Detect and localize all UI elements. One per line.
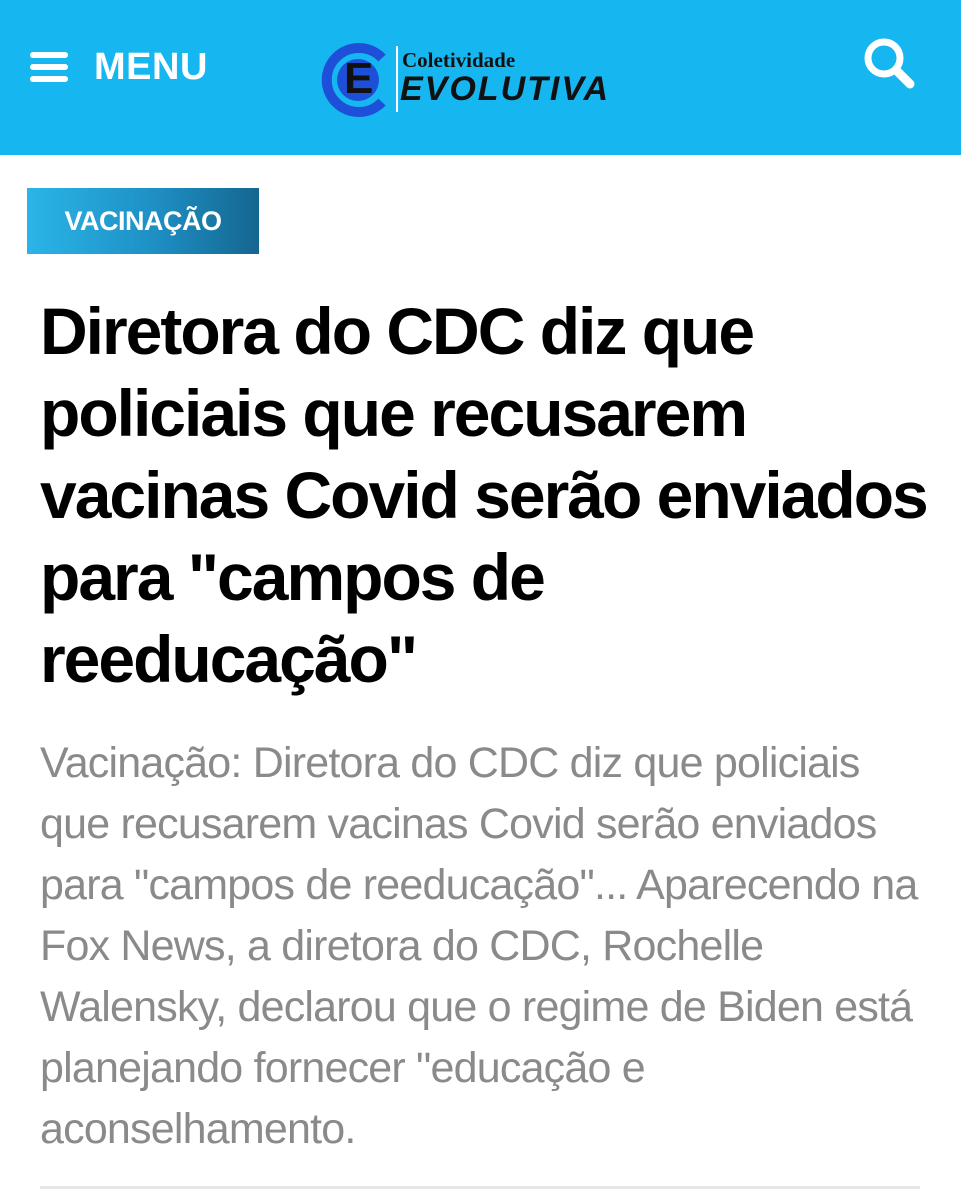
menu-label: MENU: [94, 45, 208, 88]
search-button[interactable]: [860, 34, 920, 94]
content-divider: [40, 1186, 920, 1189]
category-label: VACINAÇÃO: [64, 205, 223, 236]
hamburger-icon: [30, 52, 68, 82]
site-header: MENU E Coletividade EVOLUTIVA: [0, 0, 961, 155]
logo-monogram-letter: E: [344, 54, 374, 103]
article-title: Diretora do CDC diz que policiais que re…: [40, 294, 929, 696]
article-excerpt: Vacinação: Diretora do CDC diz que polic…: [40, 739, 918, 1153]
site-logo[interactable]: E Coletividade EVOLUTIVA: [318, 40, 648, 120]
menu-button[interactable]: MENU: [30, 42, 208, 92]
logo-divider: [396, 46, 398, 112]
search-icon: [860, 38, 920, 98]
logo-big-text: EVOLUTIVA: [400, 70, 611, 108]
category-badge[interactable]: VACINAÇÃO: [27, 188, 259, 254]
